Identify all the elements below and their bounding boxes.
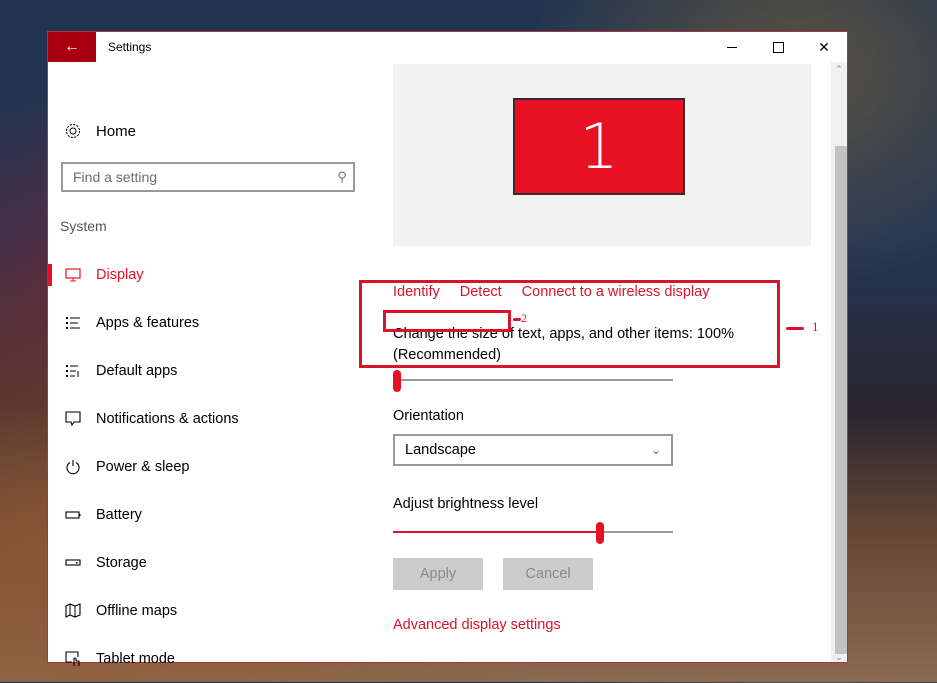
orientation-label: Orientation [393,408,464,424]
sidebar-item-notifications[interactable]: Notifications & actions [48,395,368,443]
sidebar-item-label: Power & sleep [96,459,190,475]
sidebar-item-label: Apps & features [96,315,200,331]
sidebar-item-apps-features[interactable]: Apps & features [48,299,368,347]
sidebar-nav: Display Apps & features Default apps Not… [48,251,368,683]
orientation-value: Landscape [405,442,476,458]
home-label: Home [96,122,137,140]
scrollbar-thumb[interactable] [835,146,847,654]
annotation-label-1: 1 [812,319,819,334]
back-button[interactable]: ← [48,32,96,62]
sidebar-home[interactable]: Home [64,120,136,142]
map-icon [64,602,82,620]
storage-icon [64,554,82,572]
monitor-tile[interactable]: 1 [513,98,685,195]
default-apps-icon [64,362,82,380]
chevron-down-icon: ⌄ [650,443,661,457]
section-label-system: System [60,218,107,234]
sidebar-item-label: Notifications & actions [96,411,239,427]
sidebar-item-display[interactable]: Display [48,251,368,299]
search-input[interactable] [63,164,331,190]
search-box[interactable]: ⚲ [61,162,355,192]
sidebar-item-tablet-mode[interactable]: Tablet mode [48,635,368,683]
close-icon: ✕ [818,38,830,55]
annotation-marker-1 [786,327,804,330]
minimize-icon [727,46,737,48]
minimize-button[interactable] [709,32,755,62]
scroll-up-icon[interactable]: ⌃ [831,64,847,75]
search-icon: ⚲ [337,169,347,184]
brightness-label: Adjust brightness level [393,496,539,512]
tablet-mode-icon [64,650,82,668]
slider-track [393,379,673,381]
scroll-down-icon[interactable]: ⌄ [831,652,847,663]
notification-icon [64,410,82,428]
sidebar-item-power-sleep[interactable]: Power & sleep [48,443,368,491]
sidebar-item-label: Tablet mode [96,651,175,667]
advanced-display-settings-link[interactable]: Advanced display settings [393,617,561,633]
maximize-icon [772,41,784,53]
sidebar-item-storage[interactable]: Storage [48,539,368,587]
cancel-button[interactable]: Cancel [503,558,593,590]
sidebar-item-battery[interactable]: Battery [48,491,368,539]
apps-list-icon [64,314,82,332]
title-bar: ← Settings ✕ [48,32,847,62]
slider-thumb[interactable] [393,370,401,392]
sidebar: Home ⚲ System Display Apps & features De… [48,62,368,667]
sidebar-item-label: Storage [96,555,147,571]
slider-fill [393,531,600,533]
slider-thumb[interactable] [596,522,604,544]
sidebar-item-offline-maps[interactable]: Offline maps [48,587,368,635]
sidebar-item-label: Offline maps [96,603,178,619]
sidebar-item-default-apps[interactable]: Default apps [48,347,368,395]
scale-slider[interactable] [393,370,673,392]
vertical-scrollbar[interactable]: ⌃ ⌄ [831,62,847,662]
sidebar-item-label: Display [96,267,144,283]
sidebar-item-label: Default apps [96,363,178,379]
apply-button[interactable]: Apply [393,558,483,590]
display-preview: 1 [393,64,811,246]
window-title: Settings [108,40,152,54]
power-icon [64,458,82,476]
annotation-box-2 [383,310,511,332]
active-indicator [48,264,52,286]
annotation-label-2: 2 [521,311,527,325]
maximize-button[interactable] [755,32,801,62]
annotation-marker-2 [513,318,521,321]
monitor-icon [64,266,82,284]
close-button[interactable]: ✕ [801,32,847,62]
brightness-slider[interactable] [393,522,673,544]
orientation-dropdown[interactable]: Landscape ⌄ [393,434,673,466]
battery-icon [64,506,82,524]
gear-icon [66,124,80,138]
sidebar-item-label: Battery [96,507,142,523]
arrow-left-icon: ← [64,38,80,55]
